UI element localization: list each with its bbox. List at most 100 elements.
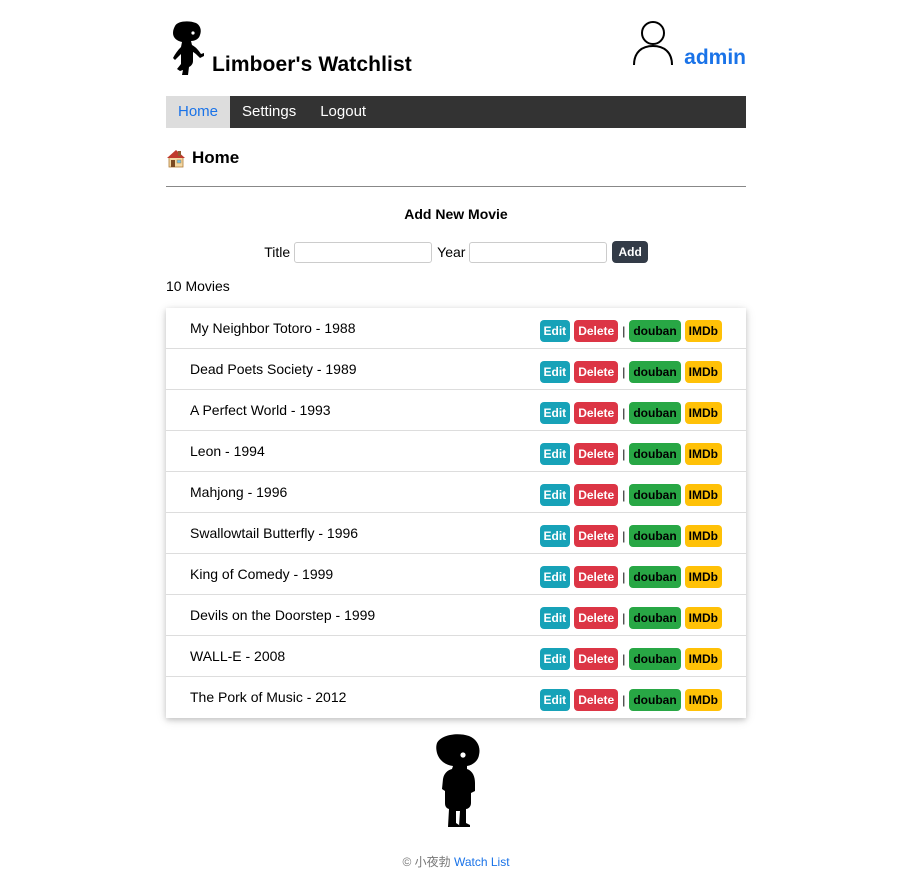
divider [166, 186, 746, 187]
movie-actions: Edit Delete | douban IMDb [539, 607, 722, 629]
separator: | [622, 365, 626, 379]
movie-row: Mahjong - 1996 Edit Delete | douban IMDb [166, 472, 746, 513]
edit-button[interactable]: Edit [539, 648, 571, 670]
movie-row: Dead Poets Society - 1989 Edit Delete | … [166, 349, 746, 390]
page-container: Limboer's Watchlist admin Home Settings … [166, 0, 746, 869]
movie-title: A Perfect World - 1993 [190, 402, 331, 418]
delete-button[interactable]: Delete [574, 443, 619, 465]
douban-link[interactable]: douban [629, 689, 681, 711]
movie-title: Mahjong - 1996 [190, 484, 288, 500]
title-label: Title [264, 244, 291, 260]
douban-link[interactable]: douban [629, 525, 681, 547]
imdb-link[interactable]: IMDb [684, 648, 722, 670]
douban-link[interactable]: douban [629, 443, 681, 465]
edit-button[interactable]: Edit [539, 566, 571, 588]
douban-link[interactable]: douban [629, 402, 681, 424]
movie-row: My Neighbor Totoro - 1988 Edit Delete | … [166, 308, 746, 349]
delete-button[interactable]: Delete [574, 525, 619, 547]
nav-home[interactable]: Home [166, 96, 231, 128]
nav-logout[interactable]: Logout [308, 96, 378, 128]
limbo-boy-logo-icon [173, 21, 204, 75]
separator: | [622, 611, 626, 625]
site-title: Limboer's Watchlist [212, 53, 412, 76]
separator: | [622, 324, 626, 338]
imdb-link[interactable]: IMDb [684, 484, 722, 506]
movie-title: Swallowtail Butterfly - 1996 [190, 525, 359, 541]
movie-row: Devils on the Doorstep - 1999 Edit Delet… [166, 595, 746, 636]
movie-title: Dead Poets Society - 1989 [190, 361, 357, 377]
year-input[interactable] [469, 241, 608, 263]
limbo-boy-footer-icon [436, 734, 480, 827]
imdb-link[interactable]: IMDb [684, 566, 722, 588]
douban-link[interactable]: douban [629, 648, 681, 670]
douban-link[interactable]: douban [629, 484, 681, 506]
edit-button[interactable]: Edit [539, 484, 571, 506]
imdb-link[interactable]: IMDb [684, 402, 722, 424]
movie-title: My Neighbor Totoro - 1988 [190, 320, 356, 336]
imdb-link[interactable]: IMDb [684, 607, 722, 629]
movie-row: Leon - 1994 Edit Delete | douban IMDb [166, 431, 746, 472]
separator: | [622, 488, 626, 502]
douban-link[interactable]: douban [629, 566, 681, 588]
edit-button[interactable]: Edit [539, 320, 571, 342]
footer: © 小夜勃 Watch List [166, 853, 746, 870]
add-movie-form: Title Year Add [166, 241, 746, 263]
edit-button[interactable]: Edit [539, 607, 571, 629]
imdb-link[interactable]: IMDb [684, 320, 722, 342]
nav-settings[interactable]: Settings [230, 96, 308, 128]
movie-title: WALL-E - 2008 [190, 648, 286, 664]
page-title: Home [192, 148, 240, 167]
movie-actions: Edit Delete | douban IMDb [539, 443, 722, 465]
edit-button[interactable]: Edit [539, 361, 571, 383]
movie-actions: Edit Delete | douban IMDb [539, 320, 722, 342]
imdb-link[interactable]: IMDb [684, 689, 722, 711]
separator: | [622, 406, 626, 420]
delete-button[interactable]: Delete [574, 566, 619, 588]
delete-button[interactable]: Delete [574, 361, 619, 383]
imdb-link[interactable]: IMDb [684, 443, 722, 465]
movie-row: Swallowtail Butterfly - 1996 Edit Delete… [166, 513, 746, 554]
movie-actions: Edit Delete | douban IMDb [539, 689, 722, 711]
movie-list: My Neighbor Totoro - 1988 Edit Delete | … [166, 308, 746, 718]
delete-button[interactable]: Delete [574, 689, 619, 711]
page-heading: Home [166, 145, 239, 171]
movie-actions: Edit Delete | douban IMDb [539, 484, 722, 506]
douban-link[interactable]: douban [629, 320, 681, 342]
movie-row: A Perfect World - 1993 Edit Delete | dou… [166, 390, 746, 431]
separator: | [622, 652, 626, 666]
delete-button[interactable]: Delete [574, 484, 619, 506]
separator: | [622, 570, 626, 584]
douban-link[interactable]: douban [629, 607, 681, 629]
user-avatar-icon [633, 21, 673, 66]
edit-button[interactable]: Edit [539, 525, 571, 547]
delete-button[interactable]: Delete [574, 648, 619, 670]
imdb-link[interactable]: IMDb [684, 525, 722, 547]
movie-row: The Pork of Music - 2012 Edit Delete | d… [166, 677, 746, 718]
footer-link[interactable]: Watch List [454, 855, 510, 869]
header: Limboer's Watchlist admin [166, 0, 746, 96]
delete-button[interactable]: Delete [574, 607, 619, 629]
movie-title: King of Comedy - 1999 [190, 566, 334, 582]
douban-link[interactable]: douban [629, 361, 681, 383]
year-label: Year [437, 244, 466, 260]
delete-button[interactable]: Delete [574, 320, 619, 342]
movie-actions: Edit Delete | douban IMDb [539, 648, 722, 670]
title-input[interactable] [294, 241, 433, 263]
add-button[interactable]: Add [612, 241, 648, 263]
delete-button[interactable]: Delete [574, 402, 619, 424]
movie-actions: Edit Delete | douban IMDb [539, 525, 722, 547]
edit-button[interactable]: Edit [539, 443, 571, 465]
imdb-link[interactable]: IMDb [684, 361, 722, 383]
username-link[interactable]: admin [684, 46, 746, 70]
edit-button[interactable]: Edit [539, 689, 571, 711]
footer-copyright: © 小夜勃 [402, 855, 451, 869]
edit-button[interactable]: Edit [539, 402, 571, 424]
movie-actions: Edit Delete | douban IMDb [539, 566, 722, 588]
movie-actions: Edit Delete | douban IMDb [539, 402, 722, 424]
movie-title: The Pork of Music - 2012 [190, 689, 347, 705]
movie-row: King of Comedy - 1999 Edit Delete | doub… [166, 554, 746, 595]
movie-count: 10 Movies [166, 278, 230, 294]
main-nav: Home Settings Logout [166, 96, 746, 128]
house-icon [167, 150, 185, 168]
movie-actions: Edit Delete | douban IMDb [539, 361, 722, 383]
